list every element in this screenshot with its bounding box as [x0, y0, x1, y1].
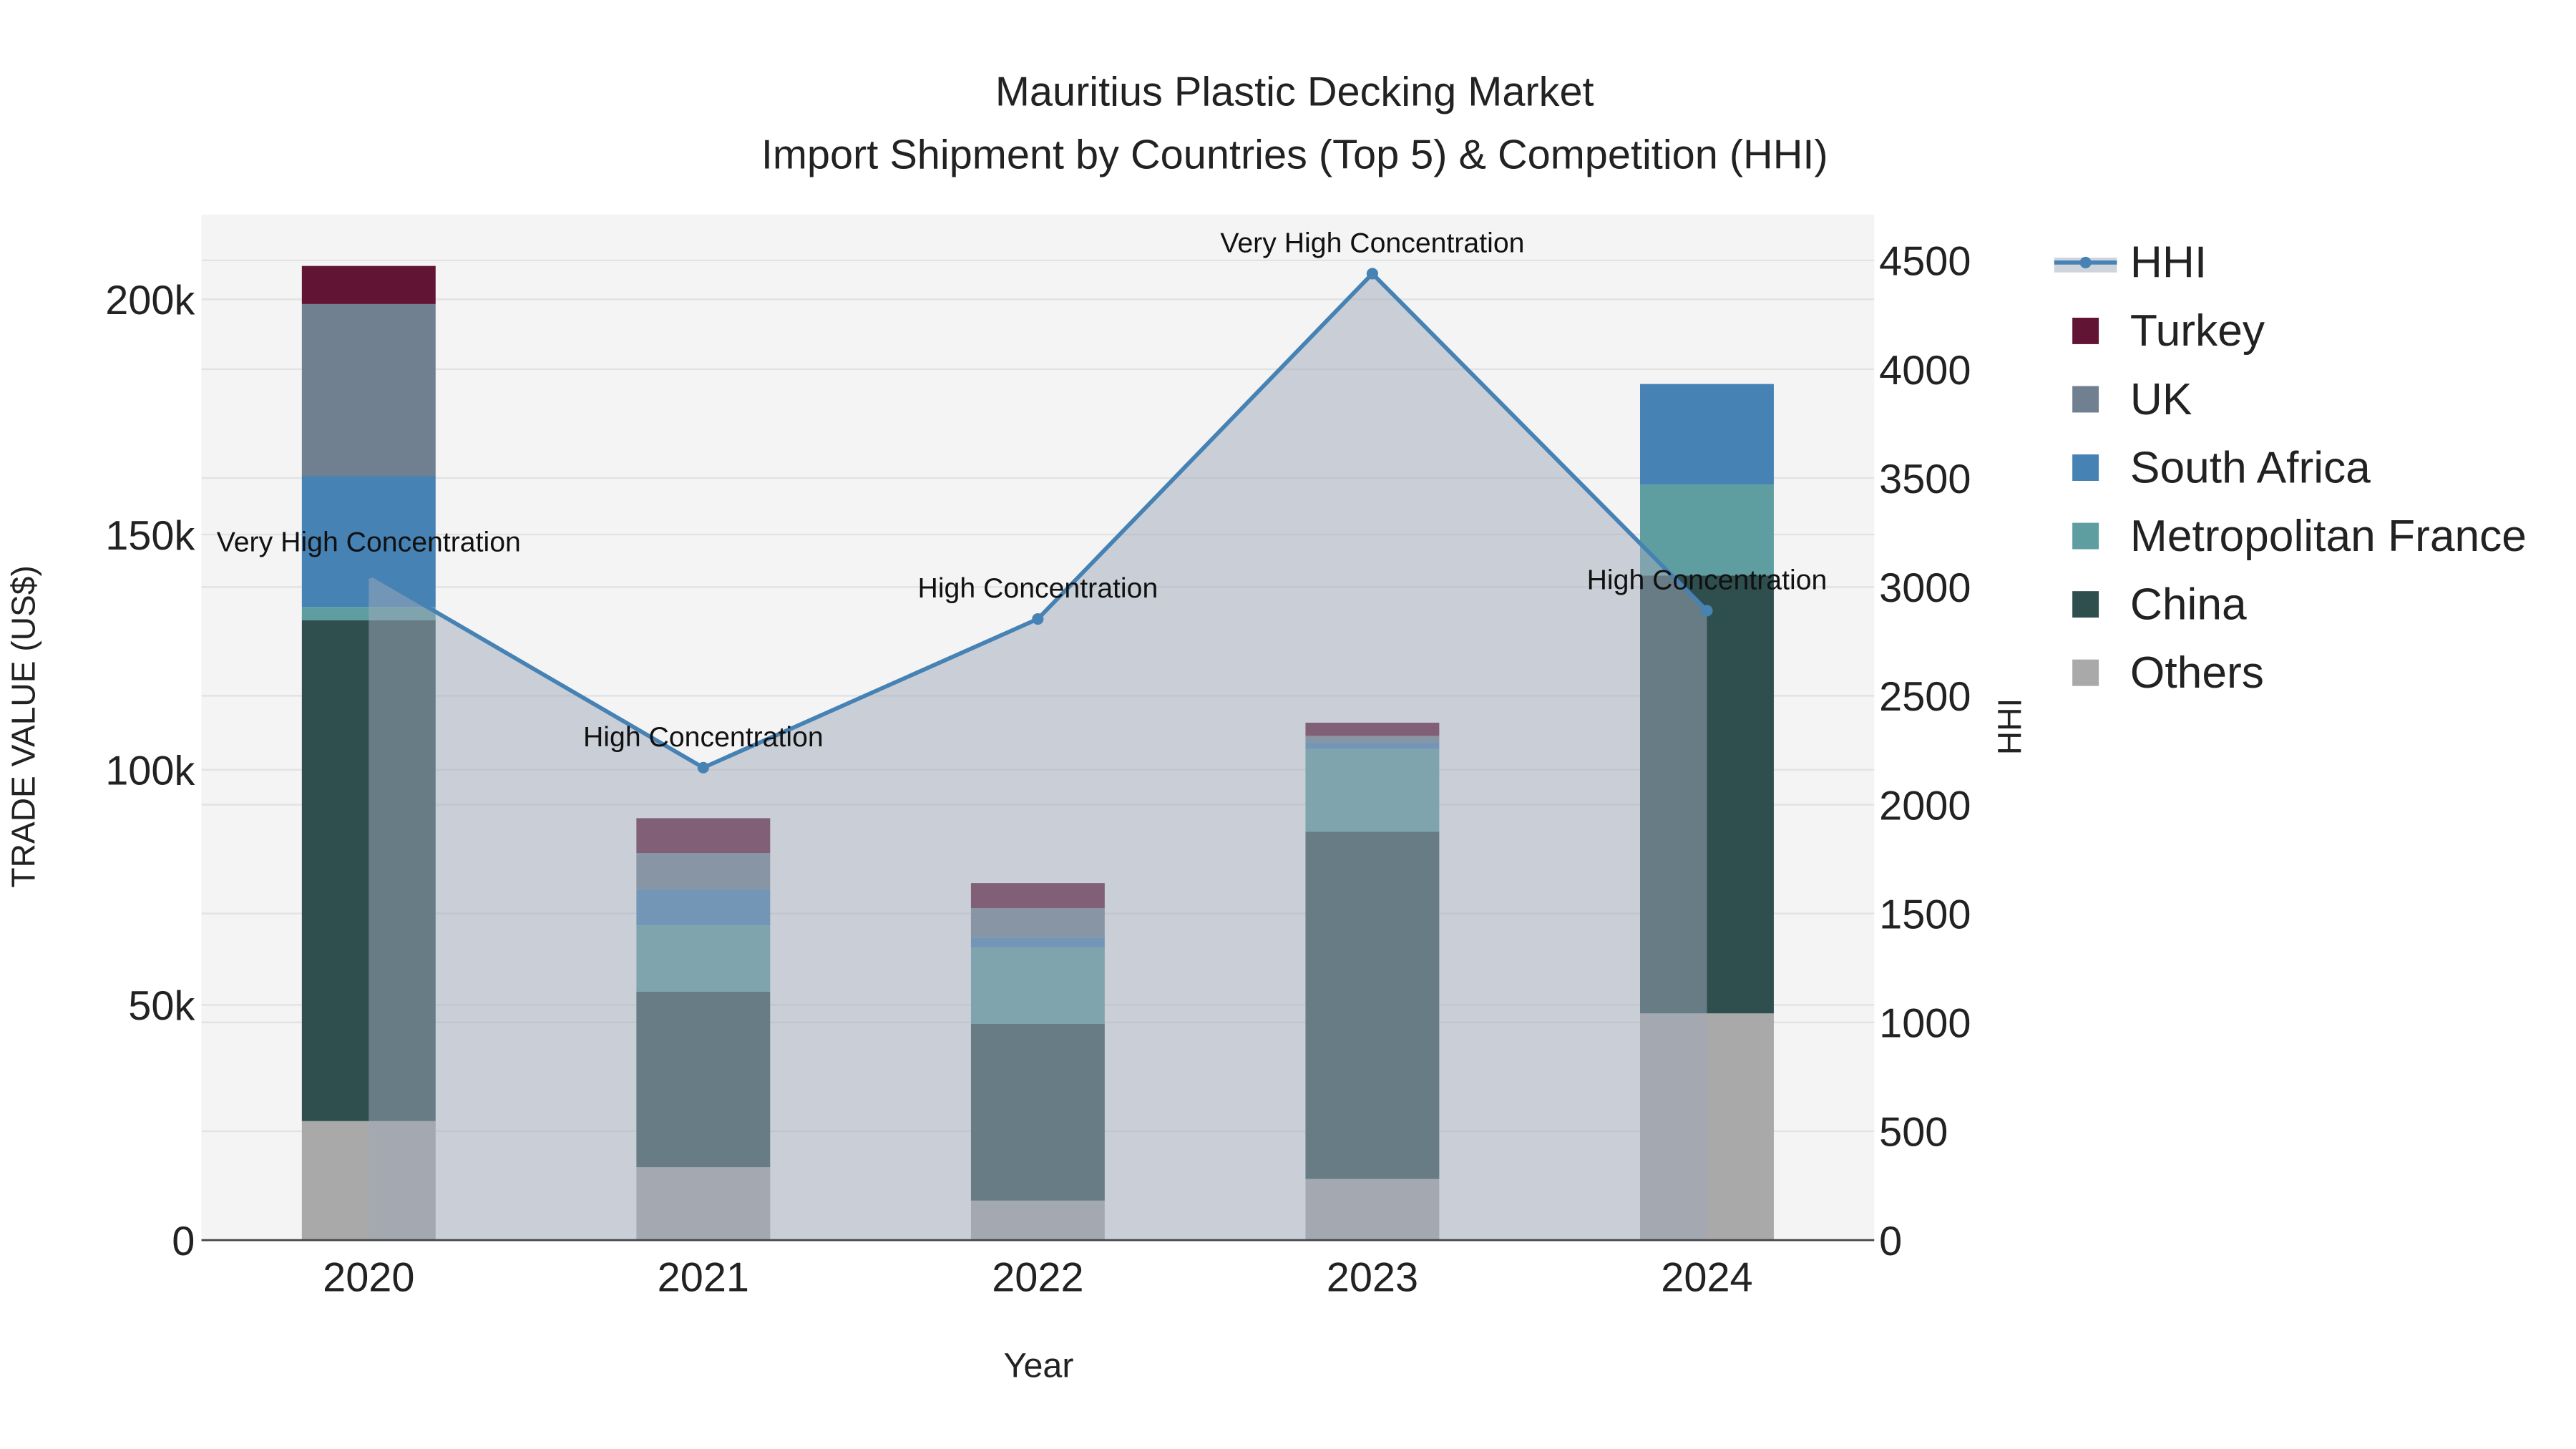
- legend-marker: [2079, 256, 2092, 268]
- legend-label: Metropolitan France: [2130, 512, 2527, 561]
- y-tick-label: 100k: [105, 748, 195, 794]
- legend-item-china[interactable]: China: [2072, 580, 2247, 629]
- legend-item-uk[interactable]: UK: [2072, 375, 2192, 424]
- hhi-point-2023[interactable]: [1366, 268, 1378, 280]
- legend-item-turkey[interactable]: Turkey: [2072, 306, 2265, 356]
- hhi-annotation: High Concentration: [1587, 564, 1828, 595]
- x-tick-label: 2023: [1327, 1255, 1418, 1301]
- x-tick-label: 2021: [658, 1255, 749, 1301]
- y2-tick-label: 500: [1879, 1110, 1948, 1156]
- hhi-point-2022[interactable]: [1032, 613, 1044, 625]
- y-axis-label: TRADE VALUE (US$): [4, 565, 42, 887]
- x-tick-label: 2022: [992, 1255, 1083, 1301]
- legend-swatch: [2072, 659, 2099, 686]
- hhi-annotation: Very High Concentration: [217, 527, 521, 558]
- legend-label: Turkey: [2130, 306, 2265, 356]
- y2-tick-label: 4000: [1879, 348, 1971, 394]
- y-tick-label: 200k: [105, 278, 195, 323]
- legend-label: South Africa: [2130, 443, 2371, 492]
- legend-label: Others: [2130, 648, 2264, 698]
- y2-tick-label: 1500: [1879, 892, 1971, 937]
- chart: Mauritius Plastic Decking Market Import …: [4, 69, 2527, 1385]
- bar-uk-2020[interactable]: [301, 303, 436, 477]
- legend-label: China: [2130, 580, 2247, 629]
- y2-tick-label: 2500: [1879, 674, 1971, 720]
- legend-label: UK: [2130, 375, 2192, 424]
- hhi-annotation: Very High Concentration: [1220, 227, 1524, 258]
- chart-title: Mauritius Plastic Decking Market: [995, 69, 1594, 115]
- x-tick-label: 2024: [1661, 1255, 1752, 1301]
- y-tick-label: 0: [172, 1219, 195, 1264]
- hhi-point-2021[interactable]: [697, 761, 709, 774]
- y2-tick-label: 2000: [1879, 783, 1971, 829]
- x-tick-label: 2020: [323, 1255, 414, 1301]
- chart-subtitle: Import Shipment by Countries (Top 5) & C…: [761, 132, 1828, 177]
- x-axis-label: Year: [1004, 1347, 1074, 1385]
- legend-swatch: [2072, 386, 2099, 413]
- y-tick-label: 50k: [128, 983, 195, 1029]
- legend-item-metropolitan-france[interactable]: Metropolitan France: [2072, 512, 2527, 561]
- bar-turkey-2020[interactable]: [301, 265, 436, 304]
- y2-tick-label: 4500: [1879, 239, 1971, 285]
- legend-swatch: [2072, 318, 2099, 344]
- hhi-annotation: High Concentration: [583, 721, 824, 753]
- y-tick-label: 150k: [105, 513, 195, 559]
- legend-swatch: [2072, 591, 2099, 618]
- y2-axis-label: HHI: [1991, 698, 2029, 755]
- legend-label: HHI: [2130, 238, 2207, 288]
- hhi-annotation: High Concentration: [918, 572, 1158, 604]
- y2-tick-label: 1000: [1879, 1001, 1971, 1047]
- legend-swatch: [2072, 454, 2099, 481]
- bar-south-africa-2024[interactable]: [1640, 384, 1774, 485]
- hhi-point-2020[interactable]: [363, 567, 375, 579]
- y2-tick-label: 3000: [1879, 565, 1971, 611]
- legend-swatch: [2072, 522, 2099, 550]
- legend-item-hhi[interactable]: HHI: [2054, 238, 2207, 288]
- legend-item-others[interactable]: Others: [2072, 648, 2264, 698]
- legend-item-south-africa[interactable]: South Africa: [2072, 443, 2371, 492]
- y2-tick-label: 3500: [1879, 457, 1971, 502]
- y2-tick-label: 0: [1879, 1219, 1902, 1264]
- hhi-point-2024[interactable]: [1701, 605, 1713, 617]
